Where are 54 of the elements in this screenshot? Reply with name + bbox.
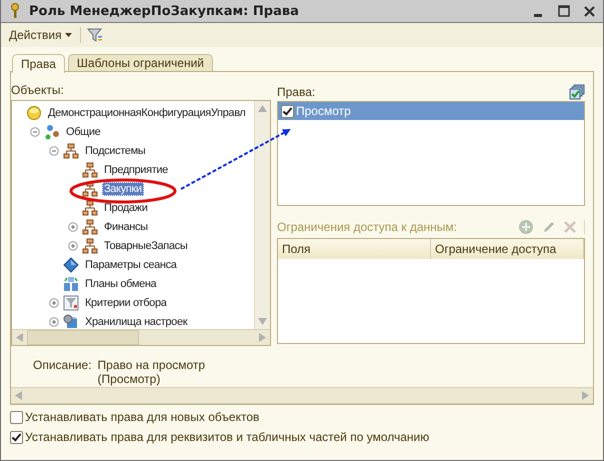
ball-icon: [26, 104, 42, 120]
objects-tree[interactable]: ДемонстрационнаяКонфигурацияУправл Общие Подсистемы Предприятие Закупки Продажи Финансы ТоварныеЗапасы Параметры сеанса Планы обмена Критерии отбора Хранилища настроек: [11, 100, 271, 346]
window-title: Роль МенеджерПоЗакупкам: Права: [29, 4, 299, 18]
expand-icon[interactable]: [68, 240, 78, 250]
filter-icon: [63, 294, 79, 310]
objects-label: Объекты:: [11, 83, 65, 98]
tree-item[interactable]: Подсистемы: [83, 144, 148, 158]
tree-item[interactable]: Критерии отбора: [83, 296, 168, 310]
rights-label: Права:: [277, 84, 316, 100]
close-icon[interactable]: [584, 6, 595, 16]
expand-icon[interactable]: [68, 222, 78, 232]
maximize-icon[interactable]: [558, 5, 570, 17]
checkbox-label[interactable]: Устанавливать права для новых объектов: [25, 410, 260, 424]
hierarchy-icon: [82, 218, 98, 234]
key-icon: [9, 3, 21, 19]
restrictions-table[interactable]: Поля Ограничение доступа: [277, 238, 585, 344]
expand-icon[interactable]: [49, 316, 59, 326]
expand-icon[interactable]: [49, 298, 59, 308]
description-label: Описание:: [33, 358, 92, 374]
database-icon: [63, 314, 79, 329]
windows-check-icon[interactable]: [569, 84, 585, 100]
checkbox[interactable]: [10, 410, 23, 424]
tab[interactable]: Права: [12, 54, 65, 73]
tree-item[interactable]: Финансы: [102, 220, 150, 234]
tree-item[interactable]: Планы обмена: [83, 276, 158, 290]
tab[interactable]: Шаблоны ограничений: [68, 54, 213, 71]
tree-item[interactable]: Продажи: [102, 200, 150, 214]
filter-icon[interactable]: [86, 27, 103, 43]
collapse-icon[interactable]: [49, 146, 59, 156]
actions-menu[interactable]: Действия: [7, 28, 74, 42]
column-header[interactable]: Ограничение доступа: [431, 239, 584, 259]
exchange-icon: [63, 276, 79, 292]
checkbox[interactable]: [281, 104, 294, 118]
tree-item[interactable]: Параметры сеанса: [83, 258, 179, 272]
description-text: Право на просмотр (Просмотр): [98, 358, 206, 387]
tree-item[interactable]: Хранилища настроек: [83, 314, 190, 328]
hierarchy-icon: [82, 180, 98, 196]
diamond-icon: [63, 256, 79, 272]
hierarchy-icon: [82, 200, 98, 216]
hierarchy-icon: [82, 238, 98, 254]
caret-icon: [64, 33, 72, 37]
checkbox[interactable]: [10, 430, 23, 444]
tree-item[interactable]: Предприятие: [102, 162, 170, 176]
checkbox-label[interactable]: Устанавливать права для реквизитов и табличных частей по умолчанию: [25, 430, 430, 444]
dots-icon: [44, 124, 60, 140]
tree-item[interactable]: Общие: [64, 124, 102, 138]
tree-item[interactable]: ДемонстрационнаяКонфигурацияУправл: [46, 106, 248, 120]
column-header[interactable]: Поля: [278, 239, 431, 259]
hierarchy-icon: [63, 142, 79, 158]
restrictions-label: Ограничения доступа к данным:: [277, 220, 458, 234]
hierarchy-icon: [82, 162, 98, 178]
collapse-icon[interactable]: [30, 126, 40, 136]
tree-item[interactable]: Закупки: [102, 182, 144, 196]
tree-item[interactable]: ТоварныеЗапасы: [102, 238, 190, 252]
